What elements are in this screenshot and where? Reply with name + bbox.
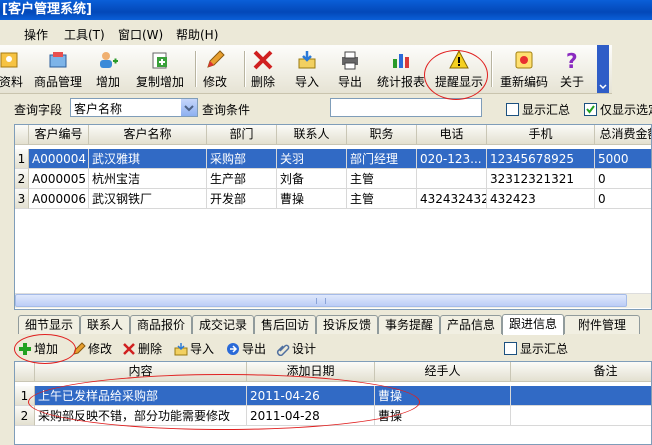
import-icon <box>174 343 188 356</box>
copy-add-icon <box>152 52 167 69</box>
column-header[interactable]: 客户编号 <box>29 125 89 145</box>
table-row[interactable]: 2 A000005 杭州宝洁 生产部 刘备 主管 32312321321 0 <box>15 169 651 189</box>
followup-export-button[interactable]: 导出 <box>226 340 266 357</box>
question-icon: ? <box>566 49 578 71</box>
goods-icon <box>49 52 67 68</box>
tab-quotes[interactable]: 商品报价 <box>130 315 192 334</box>
query-field-label: 查询字段 <box>14 103 63 117</box>
followup-add-button[interactable]: 增加 <box>18 340 58 357</box>
tab-attachments[interactable]: 附件管理 <box>564 315 640 334</box>
svg-text:?: ? <box>566 49 578 71</box>
menu-help[interactable]: 帮助(H) <box>176 26 218 43</box>
column-header[interactable]: 部门 <box>207 125 277 145</box>
warning-icon <box>449 49 469 69</box>
column-header[interactable]: 备注 <box>511 362 651 382</box>
detail-tabs: 细节显示 联系人 商品报价 成交记录 售后回访 投诉反馈 事务提醒 产品信息 跟… <box>14 314 652 335</box>
toolbar-separator <box>195 51 197 87</box>
window-title: [客户管理系统] <box>0 0 652 20</box>
toolbar-reminder-button[interactable]: 提醒显示 <box>432 47 486 91</box>
import-icon <box>298 51 316 69</box>
only-show-checkbox[interactable]: 仅显示选定 <box>584 101 652 118</box>
scrollbar-thumb[interactable] <box>15 294 627 307</box>
tab-reminders[interactable]: 事务提醒 <box>378 315 440 334</box>
query-bar: 查询字段 客户名称 查询条件 显示汇总 仅显示选定 <box>0 96 652 120</box>
pencil-icon <box>207 50 225 68</box>
checkbox-checked[interactable] <box>584 103 597 116</box>
checkbox-box[interactable] <box>504 342 517 355</box>
main-toolbar: 资料 商品管理 增加 复制增加 修改 删除 导入 导出 统计报表 提醒显示 重新… <box>0 45 612 94</box>
query-field-select[interactable]: 客户名称 <box>70 98 198 117</box>
followup-delete-button[interactable]: 删除 <box>122 340 162 357</box>
column-header[interactable]: 经手人 <box>375 362 511 382</box>
table-corner <box>15 125 29 145</box>
customer-table: 客户编号 客户名称 部门 联系人 职务 电话 手机 总消费金额 1 A00000… <box>14 124 652 310</box>
export-icon <box>227 343 239 355</box>
column-header[interactable]: 电话 <box>417 125 487 145</box>
chevron-down-icon[interactable] <box>181 99 197 116</box>
toolbar-copy-add-button[interactable]: 复制增加 <box>132 47 188 91</box>
menu-bar: 操作 工具(T) 窗口(W) 帮助(H) <box>0 22 652 44</box>
recode-icon <box>515 51 533 69</box>
tab-products[interactable]: 产品信息 <box>440 315 502 334</box>
toolbar-separator <box>491 51 493 87</box>
column-header[interactable]: 职务 <box>347 125 417 145</box>
table-row[interactable]: 2 采购部反映不错，部分功能需要修改 2011-04-28 曹操 <box>15 406 651 426</box>
pencil-icon <box>73 342 86 355</box>
followup-edit-button[interactable]: 修改 <box>72 340 112 357</box>
column-header[interactable]: 手机 <box>487 125 595 145</box>
person-card-icon <box>0 52 18 68</box>
table-corner <box>15 362 35 382</box>
query-cond-label: 查询条件 <box>202 103 251 117</box>
followup-import-button[interactable]: 导入 <box>174 340 214 357</box>
export-printer-icon <box>342 51 358 70</box>
tab-detail[interactable]: 细节显示 <box>18 315 80 334</box>
table-row[interactable]: 1 上午已发样品给采购部 2011-04-26 曹操 <box>15 386 651 406</box>
followup-show-summary-checkbox[interactable]: 显示汇总 <box>504 340 568 357</box>
menu-tools[interactable]: 工具(T) <box>64 26 105 43</box>
followup-table: 内容 添加日期 经手人 备注 1 上午已发样品给采购部 2011-04-26 曹… <box>14 361 652 445</box>
tab-complaints[interactable]: 投诉反馈 <box>316 315 378 334</box>
column-header[interactable]: 总消费金额 <box>595 125 651 145</box>
toolbar-add-button[interactable]: 增加 <box>92 47 124 91</box>
tab-deals[interactable]: 成交记录 <box>192 315 254 334</box>
toolbar-edit-button[interactable]: 修改 <box>200 47 230 91</box>
grip-icon <box>316 298 326 304</box>
table-row[interactable]: 1 A000004 武汉雅琪 采购部 关羽 部门经理 020-123... 12… <box>15 149 651 169</box>
toolbar-import-button[interactable]: 导入 <box>292 47 322 91</box>
column-header[interactable]: 内容 <box>35 362 247 382</box>
menu-window[interactable]: 窗口(W) <box>118 26 163 43</box>
toolbar-report-button[interactable]: 统计报表 <box>374 47 428 91</box>
add-person-icon <box>100 52 118 68</box>
toolbar-recode-button[interactable]: 重新编码 <box>496 47 552 91</box>
column-header[interactable]: 添加日期 <box>247 362 375 382</box>
followup-toolbar: 增加 修改 删除 导入 导出 设计 显示汇总 <box>14 337 652 359</box>
column-header[interactable]: 客户名称 <box>89 125 207 145</box>
table-row[interactable]: 3 A000006 武汉钢铁厂 开发部 曹操 主管 432432432 4324… <box>15 189 651 209</box>
chevron-down-icon <box>599 84 607 90</box>
horizontal-scrollbar[interactable] <box>15 293 651 308</box>
delete-x-icon <box>123 343 135 355</box>
paperclip-icon <box>276 344 290 357</box>
show-summary-checkbox[interactable]: 显示汇总 <box>506 101 570 118</box>
toolbar-separator <box>244 51 246 87</box>
tab-contacts[interactable]: 联系人 <box>80 315 130 334</box>
query-cond-input[interactable] <box>330 98 482 117</box>
tab-followup[interactable]: 跟进信息 <box>502 314 564 335</box>
menu-operate[interactable]: 操作 <box>24 26 48 43</box>
delete-x-icon <box>253 50 273 70</box>
followup-design-button[interactable]: 设计 <box>276 340 316 357</box>
toolbar-overflow-chevron[interactable] <box>597 45 609 93</box>
toolbar-goods-button[interactable]: 商品管理 <box>31 47 85 91</box>
toolbar-export-button[interactable]: 导出 <box>335 47 365 91</box>
toolbar-profile-button[interactable]: 资料 <box>0 47 26 91</box>
toolbar-about-button[interactable]: ? 关于 <box>557 47 587 91</box>
column-header[interactable]: 联系人 <box>277 125 347 145</box>
tab-aftersales[interactable]: 售后回访 <box>254 315 316 334</box>
toolbar-delete-button[interactable]: 删除 <box>248 47 278 91</box>
bar-chart-icon <box>393 54 409 68</box>
plus-icon <box>19 343 31 355</box>
checkbox-box[interactable] <box>506 103 519 116</box>
